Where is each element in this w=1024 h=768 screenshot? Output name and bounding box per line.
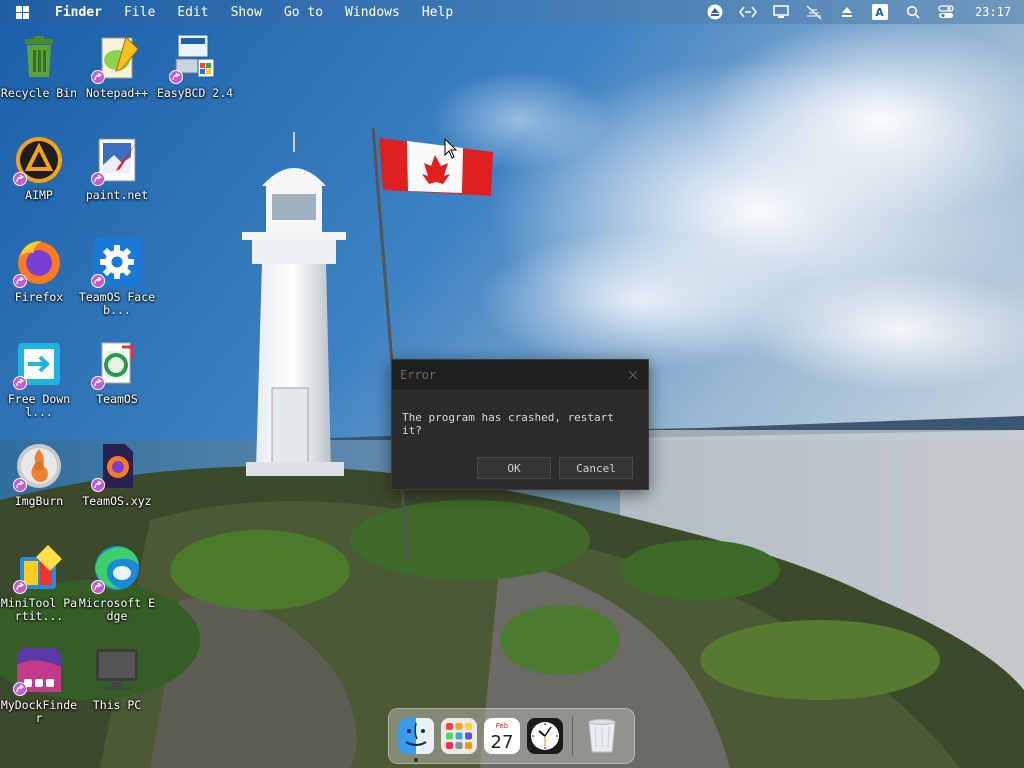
status-area: A 23:17 [698, 0, 1024, 24]
desktop-icon-notepad-plus-plus[interactable]: Notepad++ [78, 33, 156, 100]
firefox-icon [13, 237, 64, 288]
shortcut-arrow-icon [91, 580, 105, 594]
desktop-icon-teamos[interactable]: TeamOS [78, 339, 156, 406]
shortcut-arrow-icon [13, 376, 27, 390]
menu-show[interactable]: Show [220, 5, 273, 20]
desktop-icon-label: TeamOS Faceb... [78, 290, 156, 317]
mouse-cursor-icon [444, 138, 458, 159]
dock-separator [572, 716, 573, 756]
desktop-icon-label: MyDockFinder [0, 698, 78, 725]
recycle-bin-icon [14, 33, 64, 83]
desktop-icon-label: Notepad++ [85, 86, 149, 100]
desktop-icon-microsoft-edge[interactable]: Microsoft Edge [78, 543, 156, 623]
calendar-day: 27 [491, 732, 514, 753]
desktop-icon-label: Microsoft Edge [78, 596, 156, 623]
desktop-icon-imgburn[interactable]: ImgBurn [0, 441, 78, 508]
launchpad-icon[interactable] [440, 717, 478, 755]
shortcut-arrow-icon [13, 274, 27, 288]
ok-button[interactable]: OK [477, 457, 551, 479]
desktop-icon-teamos-facebook[interactable]: TeamOS Faceb... [78, 237, 156, 317]
desktop-icon-label: ImgBurn [14, 494, 64, 508]
desktop-icon-label: This PC [92, 698, 142, 712]
free-download-manager-icon [13, 339, 64, 390]
desktop-icon-paint-net[interactable]: paint.net [78, 135, 156, 202]
input-method-icon[interactable]: A [863, 0, 896, 24]
desktop-icon-recycle-bin[interactable]: Recycle Bin [0, 33, 78, 100]
control-center-icon[interactable] [929, 0, 962, 24]
cancel-button[interactable]: Cancel [559, 457, 633, 479]
shortcut-arrow-icon [13, 682, 27, 696]
desktop-icon-free-download-manager[interactable]: Free Downl... [0, 339, 78, 419]
desktop-icon-label: Firefox [14, 290, 64, 304]
desktop-icon-label: Recycle Bin [0, 86, 78, 100]
running-indicator [414, 758, 418, 762]
dialog-buttons: OK Cancel [477, 457, 633, 479]
desktop-icon-aimp[interactable]: AIMP [0, 135, 78, 202]
windows-logo-icon[interactable] [0, 5, 44, 19]
search-icon[interactable] [896, 0, 929, 24]
menu-app-name[interactable]: Finder [44, 5, 113, 20]
error-dialog: Error The program has crashed, restart i… [391, 359, 649, 490]
desktop-icon-label: TeamOS.xyz [82, 494, 152, 508]
calendar-month: Feb [496, 722, 509, 730]
desktop-icon-minitool-partition[interactable]: MiniTool Partit... [0, 543, 78, 623]
desktop-icon-label: paint.net [85, 188, 149, 202]
desktop-icon-label: AIMP [25, 188, 53, 202]
aimp-icon [13, 135, 64, 186]
shortcut-arrow-icon [91, 478, 105, 492]
menubar-clock[interactable]: 23:17 [962, 5, 1024, 19]
desktop-icon-label: Free Downl... [7, 392, 71, 419]
eject-icon[interactable] [698, 0, 731, 24]
dialog-message: The program has crashed, restart it? [402, 411, 614, 437]
shortcut-arrow-icon [169, 70, 183, 84]
easybcd-icon [169, 33, 220, 84]
calendar-icon[interactable]: Feb 27 [483, 717, 521, 755]
shortcut-arrow-icon [13, 580, 27, 594]
code-icon[interactable] [731, 0, 764, 24]
desktop-icon-label: MiniTool Partit... [0, 596, 78, 623]
trash-icon[interactable] [583, 717, 621, 755]
menu-edit[interactable]: Edit [166, 5, 219, 20]
desktop-icon-mydockfinder[interactable]: MyDockFinder [0, 645, 78, 725]
paint-net-icon [91, 135, 142, 186]
display-icon[interactable] [764, 0, 797, 24]
notepad-plus-plus-icon [91, 33, 142, 84]
shortcut-arrow-icon [91, 172, 105, 186]
minitool-partition-icon [13, 543, 64, 594]
menu-file[interactable]: File [113, 5, 166, 20]
clock-icon[interactable] [526, 717, 564, 755]
teamos-xyz-icon [91, 441, 142, 492]
teamos-icon [91, 339, 142, 390]
dialog-title: Error [400, 367, 437, 382]
upload-icon[interactable] [830, 0, 863, 24]
desktop-icon-firefox[interactable]: Firefox [0, 237, 78, 304]
shortcut-arrow-icon [91, 274, 105, 288]
menu-go-to[interactable]: Go to [273, 5, 334, 20]
desktop-icon-label: TeamOS [96, 392, 138, 406]
network-off-icon[interactable] [797, 0, 830, 24]
shortcut-arrow-icon [13, 172, 27, 186]
desktop-icon-easybcd[interactable]: EasyBCD 2.4 [156, 33, 234, 100]
gear-icon [91, 237, 142, 288]
edge-icon [91, 543, 142, 594]
mydockfinder-icon [13, 645, 64, 696]
desktop-icon-this-pc[interactable]: This PC [78, 645, 156, 712]
shortcut-arrow-icon [91, 70, 105, 84]
imgburn-icon [13, 441, 64, 492]
menu-windows[interactable]: Windows [334, 5, 411, 20]
dialog-titlebar[interactable]: Error [392, 360, 648, 389]
shortcut-arrow-icon [13, 478, 27, 492]
menu-help[interactable]: Help [411, 5, 464, 20]
dock: Feb 27 [388, 708, 635, 764]
input-method-letter: A [871, 4, 888, 20]
desktop-icon-label: EasyBCD 2.4 [156, 86, 234, 100]
this-pc-icon [92, 645, 142, 695]
menu-bar: Finder File Edit Show Go to Windows Help… [0, 0, 1024, 24]
close-icon[interactable] [626, 368, 640, 382]
finder-icon[interactable] [397, 717, 435, 762]
desktop-icon-teamos-xyz[interactable]: TeamOS.xyz [78, 441, 156, 508]
shortcut-arrow-icon [91, 376, 105, 390]
